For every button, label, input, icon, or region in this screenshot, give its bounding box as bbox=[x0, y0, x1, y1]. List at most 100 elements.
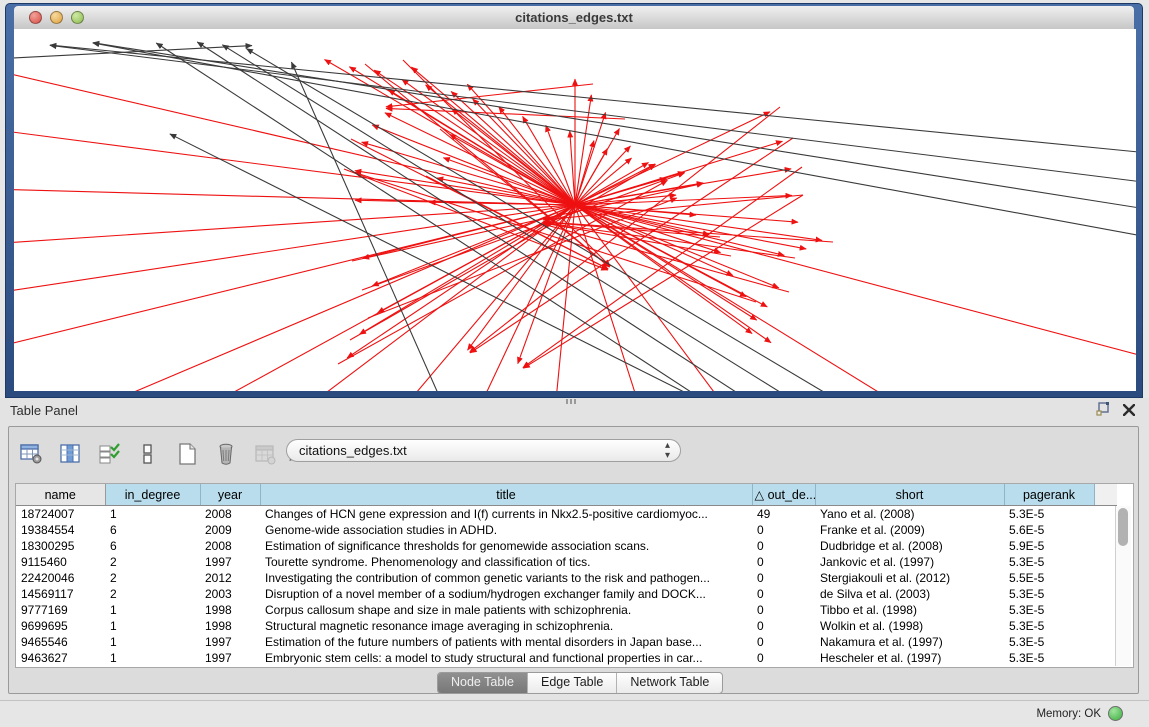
table-cell[interactable]: Genome-wide association studies in ADHD. bbox=[260, 522, 752, 538]
table-cell[interactable]: 5.3E-5 bbox=[1004, 586, 1094, 602]
delete-table-icon[interactable] bbox=[212, 440, 240, 468]
table-cell[interactable]: Tibbo et al. (1998) bbox=[815, 602, 1004, 618]
table-row[interactable]: 977716911998Corpus callosum shape and si… bbox=[16, 602, 1117, 618]
column-header-short[interactable]: short bbox=[815, 484, 1004, 506]
table-cell[interactable]: 2008 bbox=[200, 538, 260, 554]
table-cell[interactable]: Estimation of significance thresholds fo… bbox=[260, 538, 752, 554]
table-cell[interactable]: 1 bbox=[105, 618, 200, 634]
table-cell[interactable]: 6 bbox=[105, 538, 200, 554]
tab-edge-table[interactable]: Edge Table bbox=[528, 673, 617, 693]
table-cell[interactable]: 2012 bbox=[200, 570, 260, 586]
table-cell[interactable]: 1998 bbox=[200, 602, 260, 618]
network-canvas[interactable] bbox=[14, 29, 1136, 391]
table-cell[interactable]: Stergiakouli et al. (2012) bbox=[815, 570, 1004, 586]
tab-network-table[interactable]: Network Table bbox=[617, 673, 722, 693]
table-cell[interactable]: 5.9E-5 bbox=[1004, 538, 1094, 554]
table-cell[interactable]: 0 bbox=[752, 586, 815, 602]
table-row[interactable]: 946362711997Embryonic stem cells: a mode… bbox=[16, 650, 1117, 666]
table-cell[interactable]: 19384554 bbox=[16, 522, 105, 538]
table-row[interactable]: 946554611997Estimation of the future num… bbox=[16, 634, 1117, 650]
column-header-pagerank[interactable]: pagerank bbox=[1004, 484, 1094, 506]
table-cell[interactable]: 5.5E-5 bbox=[1004, 570, 1094, 586]
table-cell[interactable]: 0 bbox=[752, 538, 815, 554]
table-cell[interactable]: 1998 bbox=[200, 618, 260, 634]
table-cell[interactable]: 9699695 bbox=[16, 618, 105, 634]
table-cell[interactable]: 1 bbox=[105, 602, 200, 618]
table-cell[interactable]: 0 bbox=[752, 554, 815, 570]
table-cell[interactable]: 5.3E-5 bbox=[1004, 634, 1094, 650]
table-cell[interactable]: Changes of HCN gene expression and I(f) … bbox=[260, 506, 752, 523]
table-vertical-scrollbar[interactable] bbox=[1115, 506, 1131, 666]
table-cell[interactable]: 1 bbox=[105, 506, 200, 523]
table-cell[interactable]: 2003 bbox=[200, 586, 260, 602]
table-cell[interactable]: 18724007 bbox=[16, 506, 105, 523]
table-row[interactable]: 2242004622012Investigating the contribut… bbox=[16, 570, 1117, 586]
table-cell[interactable]: 2 bbox=[105, 554, 200, 570]
table-cell[interactable]: Investigating the contribution of common… bbox=[260, 570, 752, 586]
table-cell[interactable]: 0 bbox=[752, 522, 815, 538]
table-row[interactable]: 1872400712008Changes of HCN gene express… bbox=[16, 506, 1117, 523]
table-cell[interactable]: Hescheler et al. (1997) bbox=[815, 650, 1004, 666]
table-cell[interactable]: 9115460 bbox=[16, 554, 105, 570]
table-row[interactable]: 1830029562008Estimation of significance … bbox=[16, 538, 1117, 554]
new-table-icon[interactable] bbox=[173, 440, 201, 468]
select-rows-icon[interactable] bbox=[95, 440, 123, 468]
table-row[interactable]: 1938455462009Genome-wide association stu… bbox=[16, 522, 1117, 538]
table-cell[interactable]: 5.3E-5 bbox=[1004, 506, 1094, 523]
table-cell[interactable]: 1997 bbox=[200, 554, 260, 570]
close-panel-icon[interactable] bbox=[1123, 403, 1135, 421]
table-cell[interactable]: 1997 bbox=[200, 634, 260, 650]
network-graph[interactable] bbox=[14, 29, 1136, 391]
table-cell[interactable]: 1997 bbox=[200, 650, 260, 666]
table-cell[interactable]: Tourette syndrome. Phenomenology and cla… bbox=[260, 554, 752, 570]
scrollbar-thumb[interactable] bbox=[1118, 508, 1128, 546]
network-window-titlebar[interactable]: citations_edges.txt bbox=[14, 6, 1134, 30]
float-panel-icon[interactable] bbox=[1096, 402, 1111, 421]
table-cell[interactable]: Franke et al. (2009) bbox=[815, 522, 1004, 538]
table-cell[interactable]: Yano et al. (2008) bbox=[815, 506, 1004, 523]
table-cell[interactable]: 0 bbox=[752, 634, 815, 650]
table-cell[interactable]: de Silva et al. (2003) bbox=[815, 586, 1004, 602]
row-height-icon[interactable] bbox=[134, 440, 162, 468]
column-header-out_degree[interactable]: △ out_de... bbox=[752, 484, 815, 506]
table-cell[interactable]: 9465546 bbox=[16, 634, 105, 650]
table-cell[interactable]: 9463627 bbox=[16, 650, 105, 666]
table-cell[interactable]: 1 bbox=[105, 634, 200, 650]
column-chooser-icon[interactable] bbox=[56, 440, 84, 468]
column-header-in_degree[interactable]: in_degree bbox=[105, 484, 200, 506]
table-cell[interactable]: 2008 bbox=[200, 506, 260, 523]
table-cell[interactable]: 18300295 bbox=[16, 538, 105, 554]
table-cell[interactable]: Embryonic stem cells: a model to study s… bbox=[260, 650, 752, 666]
table-cell[interactable]: Corpus callosum shape and size in male p… bbox=[260, 602, 752, 618]
table-cell[interactable]: 0 bbox=[752, 602, 815, 618]
table-cell[interactable]: 1 bbox=[105, 650, 200, 666]
table-cell[interactable]: 9777169 bbox=[16, 602, 105, 618]
table-cell[interactable]: Wolkin et al. (1998) bbox=[815, 618, 1004, 634]
table-cell[interactable]: Disruption of a novel member of a sodium… bbox=[260, 586, 752, 602]
table-cell[interactable]: 0 bbox=[752, 570, 815, 586]
table-row[interactable]: 969969511998Structural magnetic resonanc… bbox=[16, 618, 1117, 634]
table-row[interactable]: 911546021997Tourette syndrome. Phenomeno… bbox=[16, 554, 1117, 570]
table-cell[interactable]: 2 bbox=[105, 570, 200, 586]
table-cell[interactable]: Dudbridge et al. (2008) bbox=[815, 538, 1004, 554]
table-cell[interactable]: 49 bbox=[752, 506, 815, 523]
table-row[interactable]: 1456911722003Disruption of a novel membe… bbox=[16, 586, 1117, 602]
table-cell[interactable]: Structural magnetic resonance image aver… bbox=[260, 618, 752, 634]
table-cell[interactable]: Jankovic et al. (1997) bbox=[815, 554, 1004, 570]
column-header-name[interactable]: name bbox=[16, 484, 105, 506]
table-cell[interactable]: Estimation of the future numbers of pati… bbox=[260, 634, 752, 650]
table-cell[interactable]: 22420046 bbox=[16, 570, 105, 586]
table-settings-icon[interactable] bbox=[17, 440, 45, 468]
table-cell[interactable]: Nakamura et al. (1997) bbox=[815, 634, 1004, 650]
table-cell[interactable]: 14569117 bbox=[16, 586, 105, 602]
table-cell[interactable]: 5.6E-5 bbox=[1004, 522, 1094, 538]
table-cell[interactable]: 2 bbox=[105, 586, 200, 602]
table-cell[interactable]: 0 bbox=[752, 650, 815, 666]
tab-node-table[interactable]: Node Table bbox=[438, 673, 528, 693]
table-cell[interactable]: 5.3E-5 bbox=[1004, 554, 1094, 570]
table-cell[interactable]: 5.3E-5 bbox=[1004, 618, 1094, 634]
table-cell[interactable]: 6 bbox=[105, 522, 200, 538]
table-cell[interactable]: 5.3E-5 bbox=[1004, 602, 1094, 618]
table-source-select[interactable]: citations_edges.txt ▴▾ bbox=[286, 439, 681, 462]
column-header-title[interactable]: title bbox=[260, 484, 752, 506]
